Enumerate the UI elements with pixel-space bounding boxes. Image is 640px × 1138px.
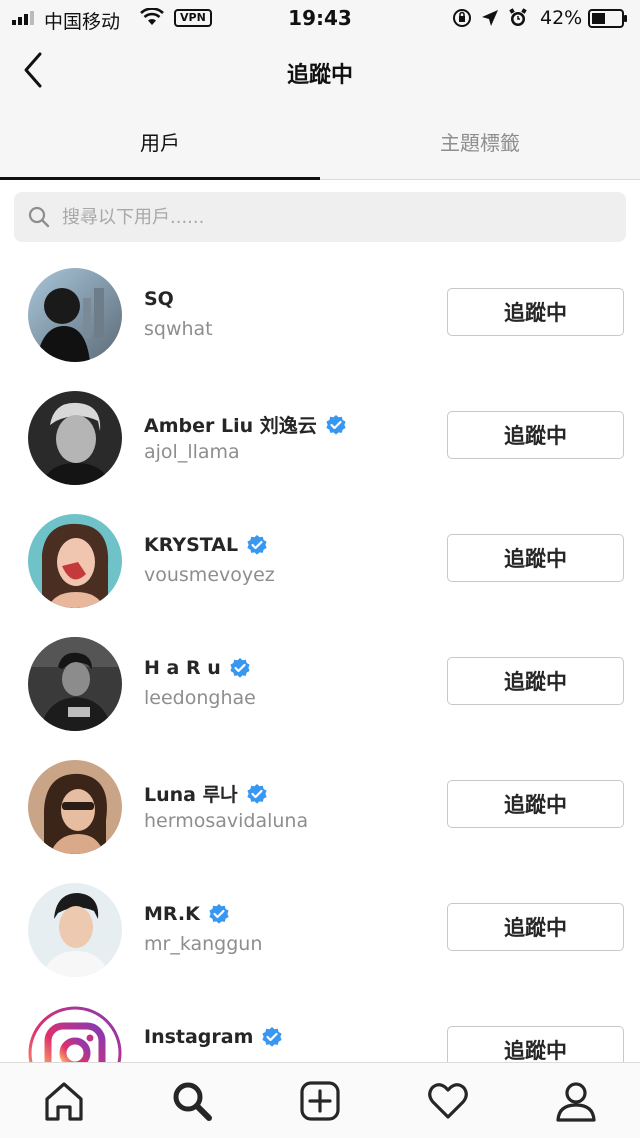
- avatar[interactable]: [28, 883, 122, 977]
- search-input[interactable]: [62, 192, 612, 242]
- nav-header: 追蹤中: [0, 36, 640, 112]
- username-display: MR.K: [144, 903, 230, 925]
- orientation-lock-icon: [453, 9, 471, 27]
- search-icon: [28, 206, 50, 228]
- instagram-logo-icon[interactable]: [28, 1006, 122, 1062]
- following-button[interactable]: 追蹤中: [447, 903, 624, 951]
- home-icon[interactable]: [42, 1079, 86, 1123]
- status-bar: 中国移动 VPN 19:43 42%: [0, 0, 640, 36]
- user-handle: ajol_llama: [144, 441, 240, 463]
- following-button[interactable]: 追蹤中: [447, 780, 624, 828]
- list-item[interactable]: MR.K mr_kanggun 追蹤中: [0, 869, 640, 992]
- battery-icon: [588, 9, 627, 28]
- status-icons: [452, 8, 528, 28]
- avatar[interactable]: [28, 637, 122, 731]
- following-button[interactable]: 追蹤中: [447, 657, 624, 705]
- username-display: H a R u: [144, 657, 251, 679]
- list-item[interactable]: H a R u leedonghae 追蹤中: [0, 623, 640, 746]
- avatar[interactable]: [28, 514, 122, 608]
- alarm-icon: [509, 8, 527, 26]
- tab-bar-top: 用戶 主題標籤: [0, 112, 640, 180]
- avatar[interactable]: [28, 268, 122, 362]
- page-title: 追蹤中: [286, 63, 353, 88]
- search-box[interactable]: [14, 192, 626, 242]
- user-handle: hermosavidaluna: [144, 810, 309, 832]
- following-list: SQ sqwhat 追蹤中 Amber Liu 刘逸云 ajol_llama 追…: [0, 254, 640, 1062]
- user-handle: mr_kanggun: [144, 933, 263, 955]
- username-display: KRYSTAL: [144, 534, 268, 556]
- profile-icon[interactable]: [554, 1079, 598, 1123]
- following-button[interactable]: 追蹤中: [447, 1026, 624, 1062]
- add-post-icon[interactable]: [298, 1079, 342, 1123]
- following-button[interactable]: 追蹤中: [447, 534, 624, 582]
- activity-heart-icon[interactable]: [426, 1079, 470, 1123]
- list-item[interactable]: Luna 루나 hermosavidaluna 追蹤中: [0, 746, 640, 869]
- verified-badge-icon: [247, 535, 267, 555]
- username-display: Instagram: [144, 1026, 283, 1048]
- avatar[interactable]: [28, 760, 122, 854]
- username-display: SQ: [144, 288, 174, 310]
- verified-badge-icon: [209, 904, 229, 924]
- username-display: Luna 루나: [144, 780, 268, 807]
- tab-users[interactable]: 用戶: [0, 112, 320, 180]
- verified-badge-icon: [246, 783, 267, 804]
- verified-badge-icon: [230, 658, 250, 678]
- user-handle: leedonghae: [144, 687, 256, 709]
- list-item[interactable]: KRYSTAL vousmevoyez 追蹤中: [0, 500, 640, 623]
- following-button[interactable]: 追蹤中: [447, 288, 624, 336]
- user-handle: sqwhat: [144, 318, 213, 340]
- tab-hashtags[interactable]: 主題標籤: [320, 112, 640, 180]
- following-button[interactable]: 追蹤中: [447, 411, 624, 459]
- list-item[interactable]: Instagram 追蹤中: [0, 992, 640, 1062]
- avatar[interactable]: [28, 391, 122, 485]
- list-item[interactable]: SQ sqwhat 追蹤中: [0, 254, 640, 377]
- location-arrow-icon: [482, 10, 498, 26]
- search-icon[interactable]: [170, 1079, 214, 1123]
- bottom-tab-bar: [0, 1062, 640, 1138]
- username-display: Amber Liu 刘逸云: [144, 411, 347, 438]
- battery-percentage: 42%: [540, 7, 583, 29]
- search-section: [0, 180, 640, 254]
- verified-badge-icon: [262, 1027, 283, 1047]
- list-item[interactable]: Amber Liu 刘逸云 ajol_llama 追蹤中: [0, 377, 640, 500]
- user-handle: vousmevoyez: [144, 564, 275, 586]
- verified-badge-icon: [326, 414, 346, 435]
